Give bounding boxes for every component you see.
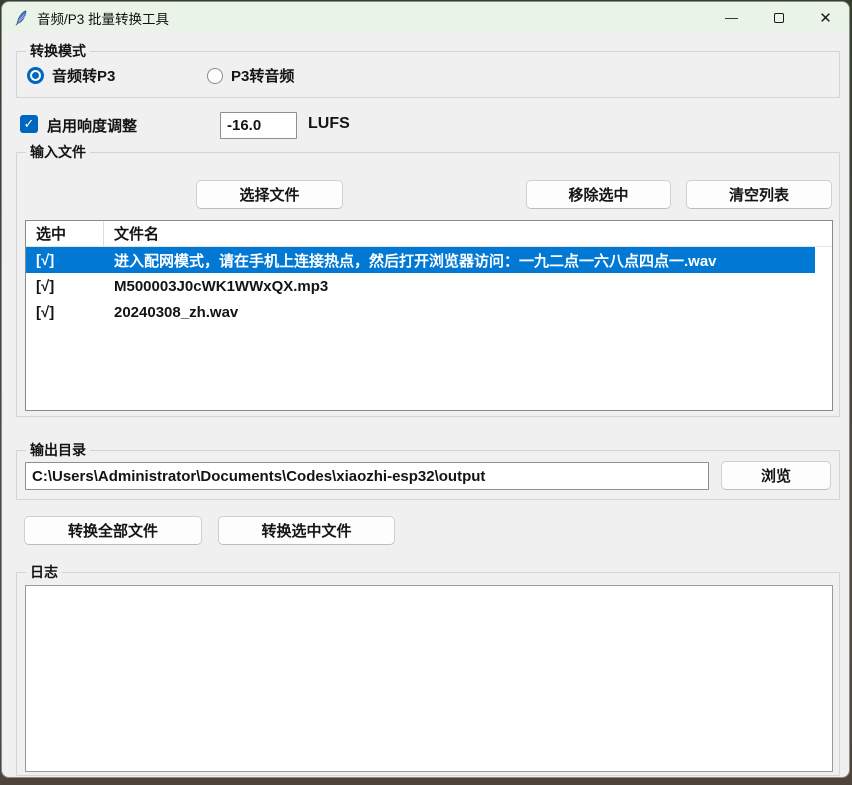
loudness-label: 启用响度调整 <box>47 115 137 136</box>
log-group-label: 日志 <box>26 563 62 581</box>
row-check-mark[interactable]: [√] <box>26 273 104 299</box>
output-dir-group-label: 输出目录 <box>26 441 90 459</box>
row-check-mark[interactable]: [√] <box>26 247 104 273</box>
lufs-value-input[interactable] <box>220 112 297 139</box>
close-button[interactable]: ✕ <box>802 2 849 34</box>
radio-p3-to-audio[interactable]: P3转音频 <box>207 65 294 86</box>
window-controls: — ✕ <box>708 2 849 34</box>
radio-unselected-icon <box>207 68 223 84</box>
browse-button[interactable]: 浏览 <box>721 461 831 490</box>
minimize-icon: — <box>725 10 738 25</box>
radio-p3-to-audio-label: P3转音频 <box>231 65 294 86</box>
select-files-button[interactable]: 选择文件 <box>196 180 343 209</box>
convert-selected-button[interactable]: 转换选中文件 <box>218 516 395 545</box>
title-bar: 音频/P3 批量转换工具 — ✕ <box>2 2 849 34</box>
table-row[interactable]: [√] 进入配网模式，请在手机上连接热点，然后打开浏览器访问：一九二点一六八点四… <box>26 247 815 273</box>
lufs-unit-label: LUFS <box>308 115 350 133</box>
radio-selected-icon <box>27 67 44 84</box>
radio-audio-to-p3[interactable]: 音频转P3 <box>27 65 115 86</box>
mode-group-label: 转换模式 <box>26 42 90 60</box>
close-icon: ✕ <box>819 9 832 27</box>
log-textarea[interactable] <box>25 585 833 772</box>
row-check-mark[interactable]: [√] <box>26 299 104 325</box>
table-header: 选中 文件名 <box>26 221 832 247</box>
radio-audio-to-p3-label: 音频转P3 <box>52 65 115 86</box>
output-dir-groupbox: 输出目录 浏览 <box>16 450 840 500</box>
output-path-input[interactable] <box>25 462 709 490</box>
minimize-button[interactable]: — <box>708 2 755 34</box>
desktop-backdrop: { "window": { "title": "音频/P3 批量转换工具", "… <box>0 0 852 785</box>
input-files-group-label: 输入文件 <box>26 143 90 161</box>
clear-list-button[interactable]: 清空列表 <box>686 180 832 209</box>
mode-groupbox: 转换模式 音频转P3 P3转音频 <box>16 51 840 98</box>
log-groupbox: 日志 <box>16 572 840 776</box>
window-title: 音频/P3 批量转换工具 <box>37 8 169 28</box>
row-filename: M500003J0cWK1WWxQX.mp3 <box>104 278 328 295</box>
table-row[interactable]: [√] M500003J0cWK1WWxQX.mp3 <box>26 273 832 299</box>
file-list-table: 选中 文件名 [√] 进入配网模式，请在手机上连接热点，然后打开浏览器访问：一九… <box>25 220 833 411</box>
table-row[interactable]: [√] 20240308_zh.wav <box>26 299 832 325</box>
input-files-groupbox: 输入文件 选择文件 移除选中 清空列表 选中 文件名 [√] 进入配网模式，请在… <box>16 152 840 417</box>
app-window: 音频/P3 批量转换工具 — ✕ 转换模式 音频转P3 P3转音频 ✓ 启用响度… <box>1 1 850 778</box>
loudness-checkbox[interactable]: ✓ <box>20 115 38 133</box>
maximize-button[interactable] <box>755 2 802 34</box>
remove-selected-button[interactable]: 移除选中 <box>526 180 671 209</box>
checkmark-icon: ✓ <box>24 116 35 132</box>
row-filename: 进入配网模式，请在手机上连接热点，然后打开浏览器访问：一九二点一六八点四点一.w… <box>104 250 717 271</box>
python-feather-icon <box>13 10 29 26</box>
row-filename: 20240308_zh.wav <box>104 304 238 321</box>
column-header-checked[interactable]: 选中 <box>26 221 104 246</box>
maximize-icon <box>774 13 784 23</box>
convert-all-button[interactable]: 转换全部文件 <box>24 516 202 545</box>
column-header-filename[interactable]: 文件名 <box>104 223 159 244</box>
